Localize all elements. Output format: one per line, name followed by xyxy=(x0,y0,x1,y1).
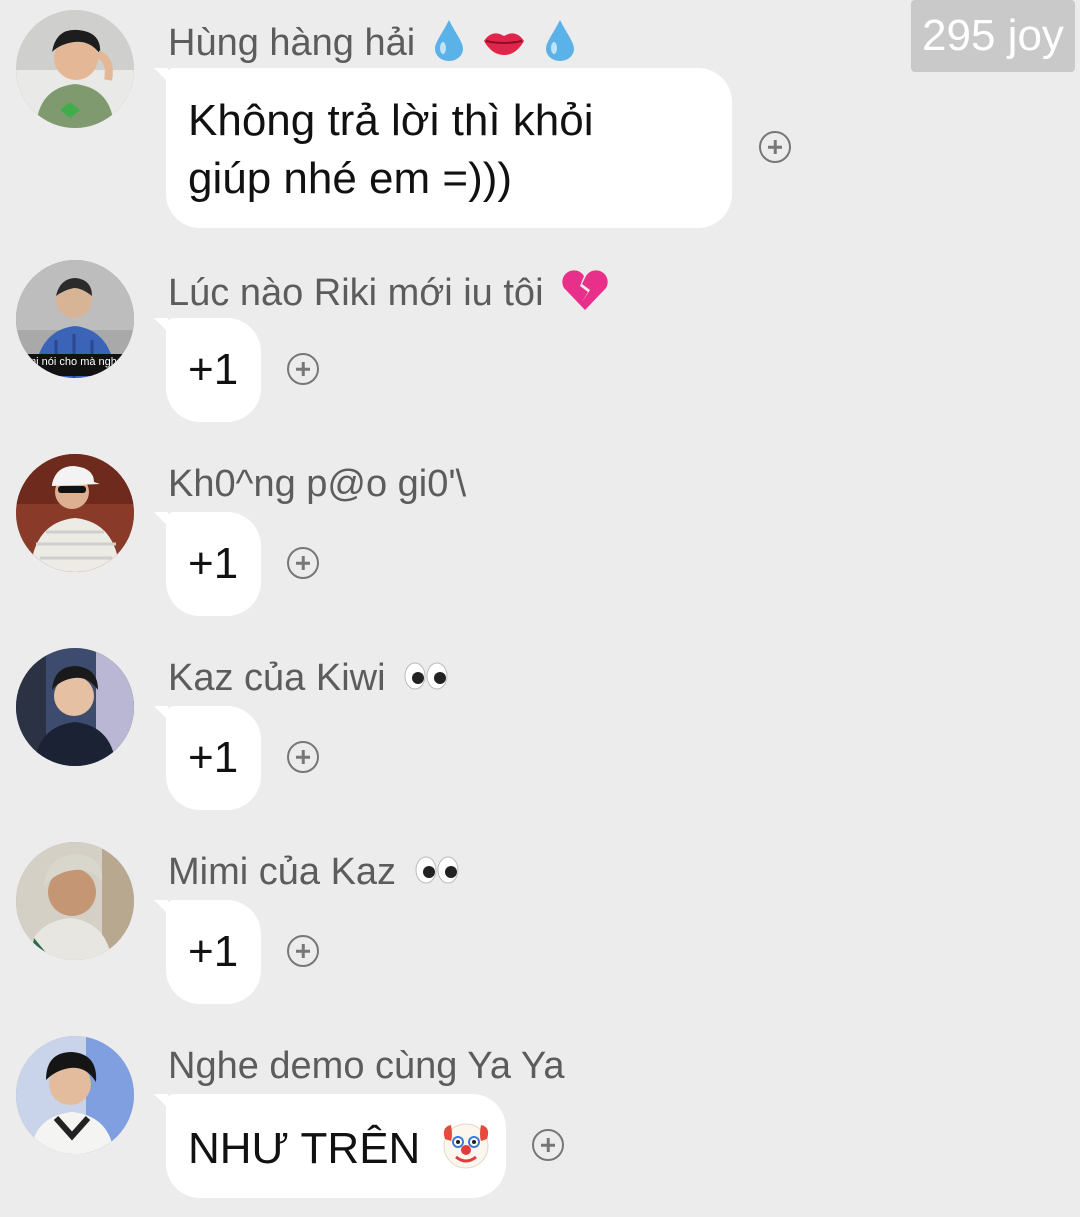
message-text: +1 xyxy=(188,927,239,976)
avatar[interactable] xyxy=(16,648,134,766)
add-reaction-button[interactable] xyxy=(532,1129,564,1161)
message-bubble[interactable]: Không trả lời thì khỏi giúp nhé em =))) xyxy=(154,68,732,228)
sender-name[interactable]: Hùng hàng hải xyxy=(168,18,577,72)
lips-icon xyxy=(482,23,526,67)
avatar[interactable]: mị nói cho mà nghe xyxy=(16,260,134,378)
clown-face-icon xyxy=(439,1117,493,1186)
droplet-icon xyxy=(432,18,466,72)
sender-name[interactable]: Nghe demo cùng Ya Ya xyxy=(168,1044,564,1088)
droplet-icon xyxy=(543,18,577,72)
message-bubble[interactable]: +1 xyxy=(154,900,261,1004)
eyes-icon xyxy=(402,658,450,702)
sender-name[interactable]: Lúc nào Riki mới iu tôi xyxy=(168,268,610,322)
message-text: +1 xyxy=(188,345,239,394)
message-text: +1 xyxy=(188,733,239,782)
eyes-icon xyxy=(413,852,461,896)
add-reaction-button[interactable] xyxy=(287,547,319,579)
message-bubble[interactable]: NHƯ TRÊN xyxy=(154,1094,506,1198)
joy-count-badge: 295 joy xyxy=(911,0,1075,72)
add-reaction-button[interactable] xyxy=(287,353,319,385)
add-reaction-button[interactable] xyxy=(287,741,319,773)
message-text: NHƯ TRÊN xyxy=(188,1124,421,1174)
message-text: +1 xyxy=(188,539,239,588)
avatar[interactable] xyxy=(16,1036,134,1154)
message-text-line: giúp nhé em =))) xyxy=(188,154,513,203)
avatar-caption: mị nói cho mà nghe xyxy=(27,356,123,368)
avatar[interactable] xyxy=(16,454,134,572)
message-bubble[interactable]: +1 xyxy=(154,318,261,422)
message-bubble[interactable]: +1 xyxy=(154,706,261,810)
sender-name[interactable]: Kaz của Kiwi xyxy=(168,656,450,702)
message-text-line: Không trả lời thì khỏi xyxy=(188,96,594,145)
avatar[interactable] xyxy=(16,10,134,128)
broken-heart-icon xyxy=(560,268,610,322)
sender-name[interactable]: Mimi của Kaz xyxy=(168,850,461,896)
avatar[interactable] xyxy=(16,842,134,960)
message-bubble[interactable]: +1 xyxy=(154,512,261,616)
add-reaction-button[interactable] xyxy=(287,935,319,967)
add-reaction-button[interactable] xyxy=(759,131,791,163)
sender-name[interactable]: Kh0^ng p@o gi0'\ xyxy=(168,462,466,506)
